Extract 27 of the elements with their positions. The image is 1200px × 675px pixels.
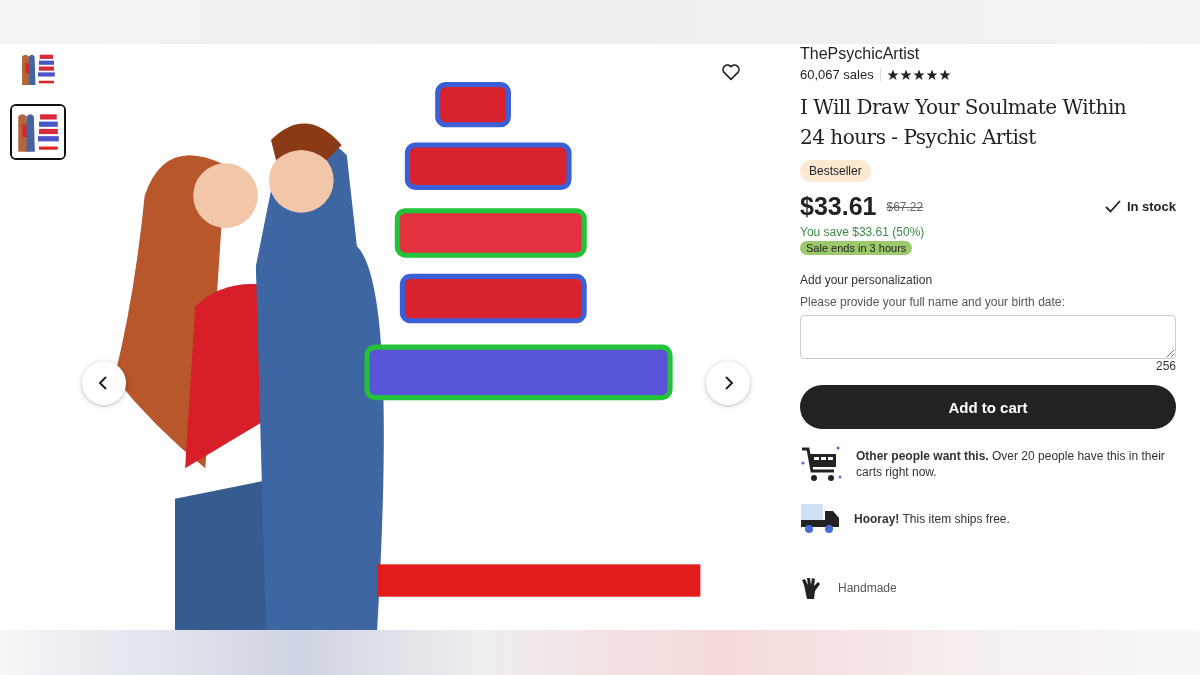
personalization-heading: Add your personalization (800, 273, 933, 287)
product-title: I Will Draw Your Soulmate Within 24 hours - Psychic Artist (800, 94, 1128, 151)
shop-name-link[interactable]: ThePsychicArtist (800, 45, 920, 63)
personalization-prompt: Please provide your full name and your birth date: (800, 295, 1065, 309)
star-icon (886, 68, 899, 81)
highlight-text: Handmade (838, 580, 897, 596)
star-icon (899, 68, 912, 81)
bestseller-badge: Bestseller (800, 160, 871, 182)
truck-icon (800, 503, 840, 535)
original-price: $67.22 (886, 199, 924, 214)
stock-status: In stock (1126, 199, 1176, 214)
highlight-text: Other people want this. Over 20 people have this in their carts right now. (856, 448, 1166, 480)
price: $33.61 (800, 192, 877, 221)
highlight-text: Hooray! This item ships free. (854, 511, 1010, 527)
sales-count: 60,067 sales (800, 67, 874, 82)
thumbnail[interactable] (10, 104, 66, 160)
shopping-cart-icon (800, 445, 842, 483)
star-icon (912, 68, 925, 81)
savings-text: You save $33.61 (50%) (800, 225, 925, 239)
character-counter: 256 (1155, 359, 1176, 373)
checkmark-icon (1104, 200, 1121, 213)
star-icon (938, 68, 951, 81)
heart-icon (721, 63, 741, 81)
sale-badge: Sale ends in 3 hours (800, 241, 913, 255)
add-to-cart-button[interactable]: Add to cart (800, 385, 1176, 429)
star-icon (925, 68, 938, 81)
personalization-field[interactable] (800, 315, 1176, 359)
